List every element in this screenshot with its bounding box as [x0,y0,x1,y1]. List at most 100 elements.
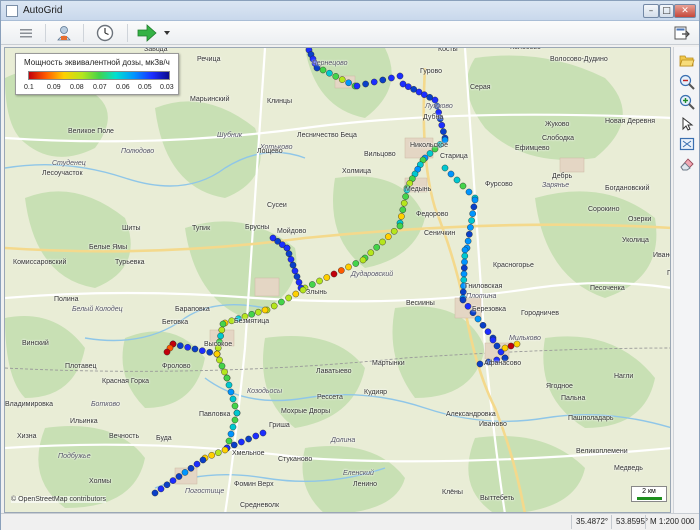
track-point [479,321,487,329]
place-label: Фурсово [485,181,513,188]
place-label: Богдановский [605,185,650,192]
clock-icon [96,24,114,42]
place-label: Белые Ямы [89,244,128,251]
track-point [489,336,497,344]
track-point [388,74,395,82]
minimize-button[interactable]: – [643,4,659,18]
run-dropdown-button[interactable] [161,23,173,43]
place-label: Великое Поле [68,128,114,135]
place-label: Лаватыево [316,368,352,375]
place-label: Ленино [353,481,378,488]
track-point [467,224,474,231]
track-point [461,252,469,260]
maximize-button[interactable]: □ [659,4,674,18]
track-point [453,176,461,184]
place-label: Полюдово [121,148,155,155]
track-point [227,430,235,438]
track-point [221,368,228,376]
place-label: Гниловская [465,283,503,290]
place-label: Дебрь [552,173,573,180]
track-point [370,78,378,86]
place-label: Долина [331,437,356,444]
track-point [469,210,477,217]
track-point [398,213,405,220]
place-label: Песоченка [590,285,625,292]
track-point [308,281,316,288]
clock-button[interactable] [93,23,117,43]
track-point [345,263,352,271]
clear-button[interactable] [678,155,696,173]
track-point [223,374,231,382]
track-point [187,464,195,472]
place-label: Ефимцево [515,145,550,152]
track-point [248,310,255,318]
place-label: Весиины [406,300,435,307]
track-point [261,306,269,314]
place-label: Медынь [405,186,432,193]
zoom-extent-button[interactable] [678,135,696,153]
track-point [252,432,260,440]
close-button[interactable]: ✕ [674,4,696,18]
track-point [229,395,237,403]
legend-tick: 0.07 [93,84,107,91]
menu-button[interactable] [15,23,37,43]
place-label: Тупик [192,225,211,232]
place-label: Фомин Верх [234,481,274,488]
place-label: Гриша [269,422,290,429]
open-file-button[interactable] [678,51,696,69]
place-label: Студенец [52,160,86,167]
place-label: Подбужье [58,453,91,460]
place-label: Хмельное [232,450,265,457]
run-button[interactable] [135,23,159,43]
place-label: Березовка [472,306,506,313]
track-point [362,80,369,88]
map-view[interactable]: Завода Речица Чернецово Косты Колосово Волосо… [4,47,671,513]
track-point [169,477,177,484]
track-point [231,416,239,424]
place-label: Федорово [416,211,449,218]
open-folder-icon [679,55,695,67]
place-label: Вечность [109,433,140,440]
track-point [233,409,241,417]
place-label: Высокое [204,341,233,348]
play-arrow-icon [137,24,157,42]
place-label: Озерки [628,216,652,223]
track-point [465,188,473,196]
place-label: Чернецово [312,60,348,67]
place-label: Лесоучасток [42,170,83,177]
place-label: Уколица [622,237,649,244]
latitude-readout: 53.8595° [611,515,648,529]
hamburger-menu-icon [20,29,32,38]
track-point [193,460,201,468]
legend-tick: 0.1 [24,84,34,91]
place-label: Холмы [89,478,112,485]
place-label: Еленский [343,470,374,477]
zoom-in-button[interactable] [678,93,696,111]
track-point [337,267,345,274]
track-point [468,217,475,224]
track-point [214,449,222,457]
place-label: Плотина [466,293,497,300]
app-icon [6,5,18,17]
select-pointer-button[interactable] [678,115,696,133]
track-point [332,73,340,80]
exit-button[interactable] [671,23,693,43]
track-point [287,256,295,263]
map-scale-readout: М 1:200 000 [645,515,699,529]
map-attribution[interactable]: © OpenStreetMap contributors [11,496,107,503]
track-point [217,332,224,340]
zoom-out-button[interactable] [678,73,696,91]
legend-tick: 0.08 [70,84,84,91]
operator-button[interactable] [53,23,75,43]
place-label: Пальна [561,395,586,402]
track-point [441,164,449,172]
place-label: Мартынки [372,360,405,367]
track-point [461,246,469,254]
track-point [447,170,455,178]
track-point [345,79,352,87]
place-label: Лужково [425,103,453,110]
place-label: Ягодное [546,383,573,390]
track-point [254,308,262,316]
place-label: Сорокино [588,206,620,213]
place-label: Ботково [91,401,120,408]
